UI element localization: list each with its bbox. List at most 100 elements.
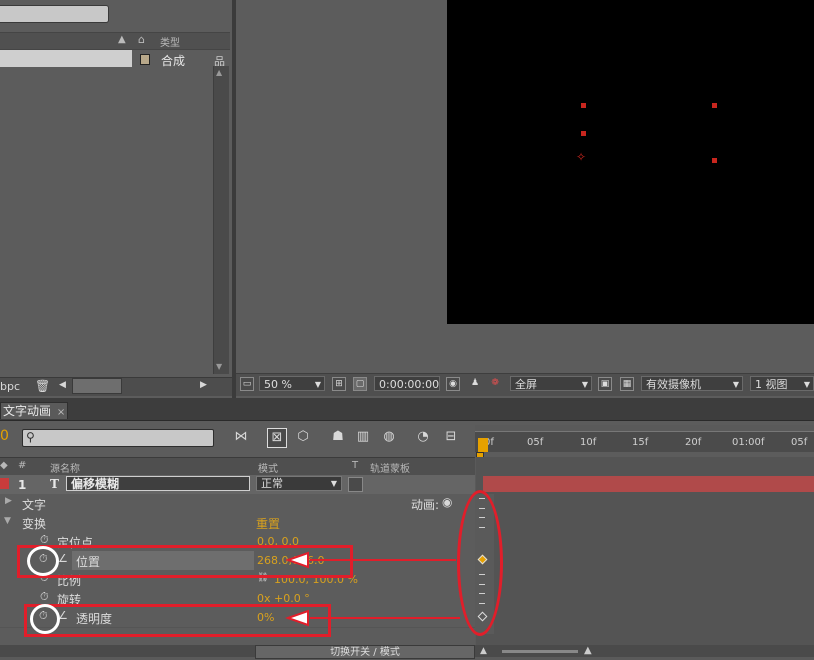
bpc-label[interactable]: bpc <box>0 380 20 393</box>
tab-text-animation[interactable]: 文字动画 × <box>0 402 69 419</box>
project-item-type: 合成 <box>161 54 186 68</box>
transparency-grid-icon[interactable]: ▦ <box>620 377 634 391</box>
scroll-right-icon[interactable]: ▶ <box>200 380 207 390</box>
preserve-transparency-checkbox[interactable] <box>348 477 363 492</box>
composition-viewer[interactable] <box>447 0 814 324</box>
expand-arrow-icon[interactable]: ▶ <box>5 496 12 506</box>
blend-mode-dropdown[interactable]: 正常 ▼ <box>256 476 342 491</box>
bounding-handle[interactable] <box>581 131 586 136</box>
close-icon[interactable]: × <box>57 407 65 418</box>
scroll-left-icon[interactable]: ◀ <box>59 380 66 390</box>
chevron-down-icon: ▼ <box>330 479 337 488</box>
views-dropdown[interactable]: 1 视图 ▼ <box>750 376 814 391</box>
timeline-column-header: ◆ # 源名称 模式 T 轨道蒙板 <box>0 457 475 476</box>
zoom-out-icon[interactable]: ▲ <box>480 646 487 656</box>
brainstorm-icon[interactable]: ◔ <box>414 428 432 446</box>
project-item-row[interactable] <box>0 50 132 67</box>
region-of-interest-icon[interactable]: ▣ <box>598 377 612 391</box>
project-column-header: ▲ ⌂ 类型 <box>0 32 230 50</box>
column-t[interactable]: T <box>352 460 358 471</box>
ruler-tick-label: 05f <box>791 437 808 448</box>
column-mode[interactable]: 模式 <box>258 460 278 475</box>
stopwatch-icon[interactable]: ⏱ <box>40 590 49 604</box>
text-group-label: 文字 <box>22 498 47 512</box>
sort-up-icon[interactable]: ▲ <box>118 34 126 45</box>
chevron-down-icon: ▼ <box>314 380 321 389</box>
column-source-name[interactable]: 源名称 <box>50 460 80 475</box>
stopwatch-highlight-circle <box>30 604 60 634</box>
timeline-tabbar <box>0 398 814 421</box>
ruler-tick-label: 05f <box>527 437 544 448</box>
collapse-arrow-icon[interactable]: ▼ <box>4 516 11 526</box>
layer-name-field[interactable]: 偏移模糊 <box>66 476 250 491</box>
layer-number: 1 <box>18 478 27 492</box>
layer-duration-bar[interactable] <box>483 476 814 492</box>
timeline-search-input[interactable]: ⚲ <box>22 429 214 447</box>
animate-label[interactable]: 动画: <box>411 496 439 513</box>
always-preview-icon[interactable]: ▭ <box>240 377 254 391</box>
text-layer-icon: T <box>50 477 59 491</box>
motion-blur-icon[interactable]: ◍ <box>380 428 398 446</box>
show-snapshot-icon[interactable]: ♟ <box>468 377 482 391</box>
frame-blending-icon[interactable]: ▥ <box>354 428 372 446</box>
label-column-icon[interactable]: ◆ <box>0 460 8 471</box>
ruler-tick-label: 10f <box>580 437 597 448</box>
layer-label-color[interactable] <box>0 478 9 489</box>
project-vertical-scrollbar[interactable]: ▲ ▼ <box>213 66 229 374</box>
bounding-handle[interactable] <box>712 158 717 163</box>
blend-mode-value: 正常 <box>261 477 283 490</box>
scroll-down-icon[interactable]: ▼ <box>216 362 222 371</box>
scroll-up-icon[interactable]: ▲ <box>216 68 222 77</box>
ruler-tick-label: 01:00f <box>732 437 765 448</box>
chevron-down-icon: ▼ <box>581 380 588 389</box>
anchor-point-icon[interactable]: ✧ <box>576 150 586 164</box>
safe-margins-icon[interactable]: ⊞ <box>332 377 346 391</box>
project-horizontal-scroll-thumb[interactable] <box>72 378 122 394</box>
text-group-row[interactable]: ▶ 文字 动画: ◉ <box>0 494 475 514</box>
bounding-handle[interactable] <box>712 103 717 108</box>
camera-dropdown[interactable]: 有效摄像机 ▼ <box>641 376 743 391</box>
tag-icon[interactable]: ⌂ <box>138 33 145 46</box>
zoom-in-icon[interactable]: ▲ <box>584 645 592 656</box>
camera-value: 有效摄像机 <box>646 378 701 391</box>
graph-editor-icon[interactable]: ⊟ <box>442 428 460 446</box>
mask-visibility-icon[interactable]: ▢ <box>353 377 367 391</box>
zoom-dropdown[interactable]: 50 % ▼ <box>259 376 325 391</box>
current-time-indicator[interactable] <box>478 438 488 452</box>
chevron-down-icon: ▼ <box>732 380 739 389</box>
work-area-bar[interactable] <box>475 425 814 432</box>
trash-icon[interactable]: 🗑 <box>35 379 50 393</box>
live-update-icon[interactable]: ⊠ <box>267 428 287 448</box>
zoom-slider[interactable] <box>502 650 578 653</box>
bounding-handle[interactable] <box>581 103 586 108</box>
column-track-matte[interactable]: 轨道蒙板 <box>370 460 410 475</box>
snapshot-icon[interactable]: ◉ <box>446 377 460 391</box>
ruler-tick-label: 20f <box>685 437 702 448</box>
resolution-dropdown[interactable]: 全屏 ▼ <box>510 376 592 391</box>
arrow-to-position-head <box>284 551 309 569</box>
timecode-fragment[interactable]: 0 <box>0 428 9 444</box>
channel-rgb-icon[interactable]: ❁ <box>488 377 502 391</box>
annotation-arrows <box>284 551 460 627</box>
type-column-label[interactable]: 类型 <box>160 34 180 49</box>
resolution-value: 全屏 <box>515 378 537 391</box>
views-value: 1 视图 <box>755 378 788 391</box>
draft-3d-icon[interactable]: ⬡ <box>294 428 312 446</box>
comp-mini-flowchart-icon[interactable]: ⋈ <box>232 428 250 446</box>
hide-shy-layers-icon[interactable]: ☗ <box>329 428 347 446</box>
stopwatch-highlight-circle <box>27 546 59 576</box>
tab-label: 文字动画 <box>3 404 52 418</box>
chevron-down-icon: ▼ <box>803 380 810 389</box>
column-hash[interactable]: # <box>18 460 26 471</box>
transform-group-label: 变换 <box>22 517 47 531</box>
reset-link[interactable]: 重置 <box>256 515 280 532</box>
animate-menu-icon[interactable]: ◉ <box>442 495 452 509</box>
arrow-to-opacity-head <box>284 609 309 627</box>
current-time-display[interactable]: 0:00:00:00 <box>374 376 440 391</box>
label-color-swatch[interactable] <box>140 54 150 65</box>
search-icon: ⚲ <box>26 430 35 444</box>
ruler-tick-label: 15f <box>632 437 649 448</box>
zoom-value: 50 % <box>264 378 292 391</box>
project-search-input[interactable] <box>0 5 109 23</box>
transform-group-row[interactable]: ▼ 变换 重置 <box>0 513 475 533</box>
